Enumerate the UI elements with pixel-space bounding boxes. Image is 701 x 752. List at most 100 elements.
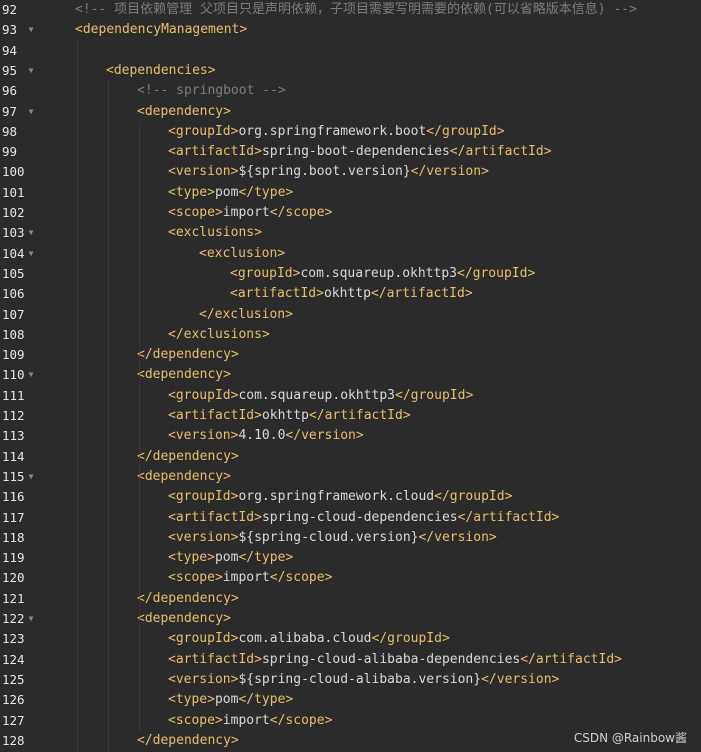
code-line[interactable]: 119 <type>pom</type> (0, 548, 701, 568)
tag-name: groupId (175, 387, 231, 403)
element-value: com.squareup.okhttp3 (300, 265, 457, 281)
code-line[interactable]: 116 <groupId>org.springframework.cloud</g… (0, 487, 701, 507)
code-line[interactable]: 94 (0, 41, 701, 61)
code-line[interactable]: 122 ▼ <dependency> (0, 609, 701, 629)
line-number: 124 (2, 651, 25, 667)
code-content: <exclusions> (168, 223, 262, 243)
tag-name: dependency (152, 347, 231, 363)
code-line[interactable]: 108 </exclusions> (0, 325, 701, 345)
code-line[interactable]: 97 ▼ <dependency> (0, 102, 701, 122)
tag-bracket: > (285, 692, 294, 708)
code-line[interactable]: 104 ▼ <exclusion> (0, 244, 701, 264)
code-line[interactable]: 110 ▼ <dependency> (0, 365, 701, 385)
code-line[interactable]: 105 <groupId>com.squareup.okhttp3</groupI… (0, 264, 701, 284)
code-line[interactable]: 114 </dependency> (0, 447, 701, 467)
fold-toggle-icon[interactable]: ▼ (26, 609, 36, 629)
tag-bracket: </ (238, 550, 255, 566)
code-content: </dependency> (137, 345, 239, 365)
code-line[interactable]: 126 <type>pom</type> (0, 690, 701, 710)
code-line[interactable]: 124 <artifactId>spring-cloud-alibaba-depe… (0, 650, 701, 670)
line-number: 107 (2, 306, 25, 322)
line-number: 108 (2, 326, 25, 342)
fold-toggle-icon[interactable]: ▼ (26, 102, 36, 122)
code-line[interactable]: 96 <!-- springboot --> (0, 81, 701, 101)
code-line[interactable]: 102 <scope>import</scope> (0, 203, 701, 223)
code-line[interactable]: 103 ▼ <exclusions> (0, 223, 701, 243)
line-number: 101 (2, 184, 25, 200)
tag-bracket: > (441, 631, 450, 647)
tag-bracket: < (137, 103, 145, 119)
tag-name: type (175, 692, 208, 708)
element-value: import (222, 570, 270, 586)
line-number: 109 (2, 347, 25, 363)
tag-bracket: > (324, 712, 333, 728)
code-line[interactable]: 107 </exclusion> (0, 305, 701, 325)
tag-bracket: > (223, 611, 231, 626)
code-line[interactable]: 115 ▼ <dependency> (0, 467, 701, 487)
tag-bracket: > (230, 590, 239, 606)
tag-bracket: > (504, 489, 513, 505)
tag-bracket: > (324, 205, 333, 220)
tag-bracket: > (254, 144, 262, 160)
tag-bracket: < (168, 570, 176, 586)
code-line[interactable]: 95 ▼ <dependencies> (0, 61, 701, 81)
tag-bracket: </ (199, 306, 215, 322)
code-line[interactable]: 118 <version>${spring-cloud.version}</ver… (0, 528, 701, 548)
code-content: </dependency> (137, 589, 239, 609)
fold-toggle-icon[interactable]: ▼ (26, 467, 36, 487)
code-line[interactable]: 125 <version>${spring-cloud-alibaba.versi… (0, 670, 701, 690)
tag-name: artifactId (175, 509, 255, 525)
tag-name: dependencies (113, 62, 208, 78)
tag-bracket: > (551, 509, 560, 525)
tag-bracket: > (496, 123, 505, 139)
code-content: <groupId>org.springframework.boot</group… (168, 122, 505, 142)
tag-bracket: > (254, 651, 262, 667)
fold-toggle-icon[interactable]: ▼ (26, 223, 36, 243)
tag-name: dependency (144, 103, 224, 119)
tag-bracket: < (168, 144, 176, 160)
code-line[interactable]: 111 <groupId>com.squareup.okhttp3</groupI… (0, 386, 701, 406)
code-line[interactable]: 92 <!-- 项目依赖管理 父项目只是声明依赖，子项目需要写明需要的依赖(可以省… (0, 0, 701, 20)
line-number: 119 (2, 550, 25, 566)
tag-name: groupId (175, 123, 231, 139)
element-value: ${spring-cloud.version} (238, 529, 419, 545)
line-number: 112 (2, 408, 25, 423)
code-line[interactable]: 100 <version>${spring.boot.version}</vers… (0, 162, 701, 182)
code-line[interactable]: 113 <version>4.10.0</version> (0, 426, 701, 446)
tag-bracket: < (75, 22, 83, 38)
tag-name: exclusion (206, 245, 278, 261)
code-line[interactable]: 93 ▼ <dependencyManagement> (0, 20, 701, 40)
code-line[interactable]: 120 <scope>import</scope> (0, 568, 701, 588)
fold-toggle-icon[interactable]: ▼ (26, 20, 36, 40)
tag-name: groupId (175, 489, 231, 505)
code-editor[interactable]: 92 <!-- 项目依赖管理 父项目只是声明依赖，子项目需要写明需要的依赖(可以省… (0, 0, 701, 752)
code-content: <type>pom</type> (168, 183, 293, 203)
watermark: CSDN @Rainbow酱 (573, 731, 687, 745)
tag-bracket: > (230, 347, 239, 363)
code-line[interactable]: 101 <type>pom</type> (0, 183, 701, 203)
tag-bracket: < (168, 692, 176, 708)
code-line[interactable]: 121 </dependency> (0, 589, 701, 609)
tag-bracket: > (277, 245, 286, 261)
tag-name: artifactId (473, 509, 552, 525)
code-line[interactable]: 109 </dependency> (0, 345, 701, 365)
tag-bracket: > (285, 306, 293, 322)
code-content: <dependency> (137, 365, 231, 385)
tag-bracket: > (261, 326, 270, 342)
tag-name: scope (285, 570, 325, 586)
code-line[interactable]: 127 <scope>import</scope> (0, 711, 701, 731)
tag-name: groupId (441, 123, 497, 139)
code-line[interactable]: 98 <groupId>org.springframework.boot</gro… (0, 122, 701, 142)
code-line[interactable]: 123 <groupId>com.alibaba.cloud</groupId> (0, 629, 701, 649)
code-line[interactable]: 99 <artifactId>spring-boot-dependencies</… (0, 142, 701, 162)
element-value: pom (214, 184, 239, 200)
tag-name: dependency (152, 448, 231, 464)
tag-name: exclusions (183, 326, 262, 342)
fold-toggle-icon[interactable]: ▼ (26, 61, 36, 81)
code-line[interactable]: 117 <artifactId>spring-cloud-dependencies… (0, 508, 701, 528)
code-line[interactable]: 106 <artifactId>okhttp</artifactId> (0, 284, 701, 304)
fold-toggle-icon[interactable]: ▼ (26, 244, 36, 264)
fold-toggle-icon[interactable]: ▼ (26, 365, 36, 385)
line-number: 113 (2, 428, 25, 444)
code-line[interactable]: 112 <artifactId>okhttp</artifactId> (0, 406, 701, 426)
